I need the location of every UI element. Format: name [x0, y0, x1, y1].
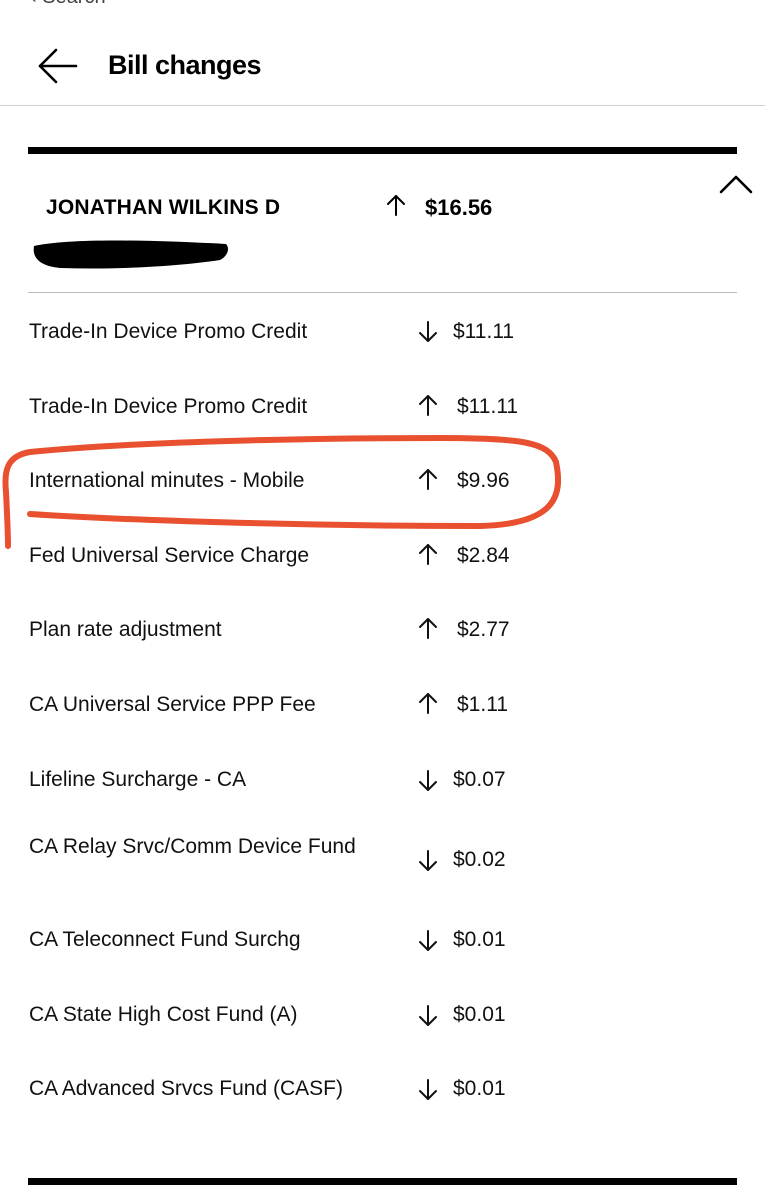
arrow-left-icon: [38, 48, 78, 84]
change-direction: [417, 467, 439, 491]
change-label: CA Universal Service PPP Fee: [29, 693, 316, 716]
change-label: International minutes - Mobile: [29, 469, 305, 492]
change-direction: [417, 393, 439, 417]
arrow-down-icon: [419, 1005, 437, 1026]
redacted-phone-number: [30, 236, 230, 272]
section-bottom-divider: [28, 1178, 737, 1185]
change-direction: [417, 691, 439, 715]
change-amount: $11.11: [453, 320, 515, 343]
change-amount: $9.96: [457, 469, 510, 492]
change-amount: $0.01: [453, 928, 506, 951]
change-amount: $1.11: [457, 693, 508, 716]
change-amount: $0.07: [453, 768, 506, 791]
change-label: CA Relay Srvc/Comm Device Fund: [29, 835, 356, 858]
change-direction: [417, 769, 439, 793]
change-amount: $2.77: [457, 618, 510, 641]
change-label: CA Advanced Srvcs Fund (CASF): [29, 1077, 343, 1100]
back-button[interactable]: [34, 44, 80, 88]
change-label: Trade-In Device Promo Credit: [29, 320, 308, 343]
account-total-change: $16.56: [425, 195, 493, 220]
account-name: JONATHAN WILKINS D: [46, 196, 281, 219]
change-direction: [417, 320, 439, 344]
change-label: Trade-In Device Promo Credit: [29, 395, 308, 418]
change-direction: [417, 1078, 439, 1102]
change-label: Plan rate adjustment: [29, 618, 222, 641]
section-top-divider: [28, 147, 737, 154]
change-direction: [417, 542, 439, 566]
change-label: Fed Universal Service Charge: [29, 544, 310, 567]
change-amount: $0.01: [453, 1003, 506, 1026]
change-label: CA State High Cost Fund (A): [29, 1003, 298, 1026]
change-direction: [417, 849, 439, 873]
page-header: Bill changes: [0, 0, 765, 106]
arrow-up-icon: [419, 395, 437, 416]
account-change-direction: [385, 193, 407, 217]
change-amount: $2.84: [457, 544, 510, 567]
page-title: Bill changes: [108, 50, 262, 80]
arrow-up-icon: [419, 693, 437, 714]
arrow-up-icon: [387, 195, 405, 216]
arrow-up-icon: [419, 544, 437, 565]
arrow-up-icon: [419, 469, 437, 490]
change-amount: $0.01: [453, 1077, 506, 1100]
change-amount: $0.02: [453, 848, 506, 871]
arrow-down-icon: [419, 1079, 437, 1100]
chevron-up-icon: [719, 175, 753, 194]
arrow-down-icon: [419, 321, 437, 342]
collapse-button[interactable]: [718, 172, 754, 196]
change-direction: [417, 616, 439, 640]
change-label: CA Teleconnect Fund Surchg: [29, 928, 301, 951]
change-amount: $11.11: [457, 395, 519, 418]
arrow-down-icon: [419, 770, 437, 791]
arrow-down-icon: [419, 930, 437, 951]
change-direction: [417, 1004, 439, 1028]
change-label: Lifeline Surcharge - CA: [29, 768, 247, 791]
arrow-down-icon: [419, 850, 437, 871]
arrow-up-icon: [419, 618, 437, 639]
change-direction: [417, 929, 439, 953]
account-divider: [28, 292, 737, 293]
